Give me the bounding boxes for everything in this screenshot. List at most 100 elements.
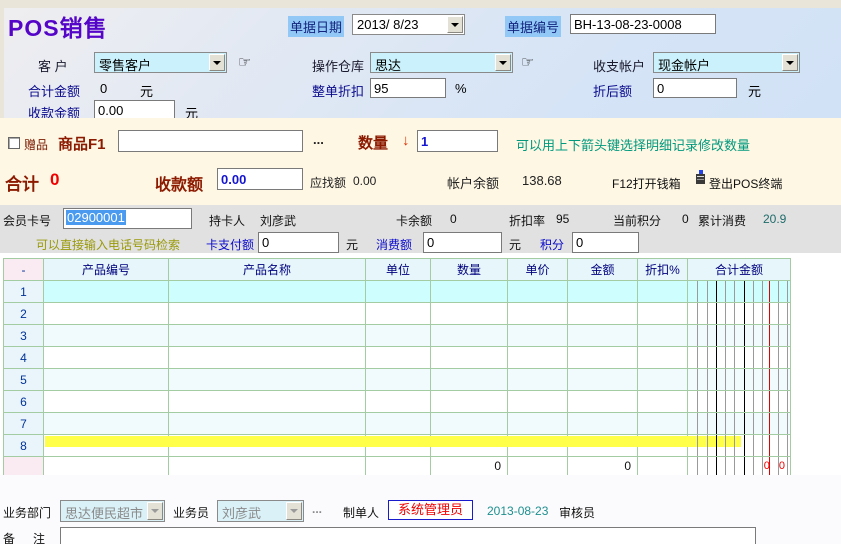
cell-code[interactable]	[44, 413, 169, 435]
cell-name[interactable]	[169, 391, 366, 413]
gift-checkbox[interactable]	[8, 137, 20, 149]
digit-grid-line	[744, 457, 745, 475]
cell-name[interactable]	[169, 413, 366, 435]
pointing-hand-icon[interactable]: ☞	[521, 53, 534, 71]
chevron-down-icon[interactable]	[495, 54, 511, 71]
cell-amount[interactable]	[568, 281, 638, 303]
received-amount-input[interactable]	[94, 100, 175, 120]
cell-total[interactable]	[688, 413, 791, 435]
table-row: 1	[4, 281, 791, 303]
cell-amount[interactable]	[568, 369, 638, 391]
chevron-down-icon[interactable]	[782, 54, 798, 71]
cell-code[interactable]	[44, 369, 169, 391]
row-number[interactable]: 2	[4, 303, 44, 325]
pointing-hand-icon[interactable]: ☞	[238, 53, 251, 71]
cell-code[interactable]	[44, 281, 169, 303]
cell-amount[interactable]	[568, 347, 638, 369]
cell-code[interactable]	[44, 303, 169, 325]
cell-name[interactable]	[169, 325, 366, 347]
cell-price[interactable]	[508, 325, 568, 347]
cell-code[interactable]	[44, 347, 169, 369]
cell-qty[interactable]	[431, 347, 508, 369]
cell-total[interactable]	[688, 281, 791, 303]
cell-total[interactable]	[688, 303, 791, 325]
cell-discount[interactable]	[638, 413, 688, 435]
cell-price[interactable]	[508, 369, 568, 391]
row-number[interactable]: 6	[4, 391, 44, 413]
cell-discount[interactable]	[638, 325, 688, 347]
cell-total[interactable]	[688, 347, 791, 369]
header-qty: 数量	[431, 259, 508, 281]
doc-date-select[interactable]: 2013/ 8/23	[352, 14, 465, 35]
cell-price[interactable]	[508, 391, 568, 413]
product-browse-ellipsis[interactable]: ...	[313, 132, 324, 147]
salesman-browse-ellipsis[interactable]: ...	[312, 502, 322, 516]
cell-qty[interactable]	[431, 281, 508, 303]
cell-unit[interactable]	[366, 303, 431, 325]
discount-input[interactable]	[370, 78, 446, 98]
cell-name[interactable]	[169, 347, 366, 369]
cell-code[interactable]	[44, 391, 169, 413]
row-number[interactable]: 7	[4, 413, 44, 435]
cell-qty[interactable]	[431, 391, 508, 413]
cell-total[interactable]	[688, 391, 791, 413]
customer-select[interactable]: 零售客户	[94, 52, 227, 73]
cell-name[interactable]	[169, 303, 366, 325]
remark-input[interactable]	[60, 527, 756, 544]
cell-discount[interactable]	[638, 347, 688, 369]
account-select[interactable]: 现金帐户	[653, 52, 800, 73]
row-number[interactable]: 5	[4, 369, 44, 391]
chevron-down-icon[interactable]	[447, 16, 463, 33]
cell-qty[interactable]	[431, 369, 508, 391]
discounted-input[interactable]	[653, 78, 737, 98]
cell-qty[interactable]	[431, 303, 508, 325]
row-number[interactable]: 1	[4, 281, 44, 303]
creator-label: 制单人	[343, 504, 379, 521]
row-number[interactable]: 4	[4, 347, 44, 369]
cell-discount[interactable]	[638, 281, 688, 303]
cell-price[interactable]	[508, 347, 568, 369]
pay-received-input[interactable]	[217, 168, 303, 190]
cell-name[interactable]	[169, 369, 366, 391]
qty-input[interactable]	[417, 130, 498, 152]
chevron-down-icon[interactable]	[209, 54, 225, 71]
cell-amount[interactable]	[568, 413, 638, 435]
warehouse-select[interactable]: 思达	[370, 52, 513, 73]
points-input[interactable]	[572, 232, 639, 253]
row-number[interactable]: 8	[4, 435, 44, 457]
cell-unit[interactable]	[366, 281, 431, 303]
digit-grid-line	[716, 281, 717, 302]
consume-input[interactable]	[423, 232, 502, 253]
open-drawer-button[interactable]: F12打开钱箱	[612, 175, 681, 192]
cell-unit[interactable]	[366, 347, 431, 369]
logout-pos-button[interactable]: 登出POS终端	[709, 175, 782, 192]
cell-amount[interactable]	[568, 303, 638, 325]
cell-qty[interactable]	[431, 325, 508, 347]
row-number[interactable]: 3	[4, 325, 44, 347]
cell-unit[interactable]	[366, 391, 431, 413]
cell-qty[interactable]	[431, 413, 508, 435]
digit-grid-line	[716, 457, 717, 475]
card-pay-input[interactable]	[258, 232, 339, 253]
cell-price[interactable]	[508, 303, 568, 325]
cell-amount[interactable]	[568, 325, 638, 347]
cell-unit[interactable]	[366, 413, 431, 435]
cell-total[interactable]	[688, 369, 791, 391]
cell-code[interactable]	[44, 325, 169, 347]
header-panel: POS销售 单据日期 2013/ 8/23 单据编号 客 户 零售客户 ☞ 操作…	[0, 0, 841, 118]
cell-name[interactable]	[169, 281, 366, 303]
dept-select[interactable]: 思达便民超市	[60, 500, 165, 522]
cell-discount[interactable]	[638, 391, 688, 413]
cell-total[interactable]	[688, 325, 791, 347]
member-card-input[interactable]: 02900001	[63, 208, 192, 229]
cell-unit[interactable]	[366, 325, 431, 347]
cell-price[interactable]	[508, 281, 568, 303]
product-input[interactable]	[118, 130, 303, 152]
cell-discount[interactable]	[638, 303, 688, 325]
cell-amount[interactable]	[568, 391, 638, 413]
cell-price[interactable]	[508, 413, 568, 435]
salesman-select[interactable]: 刘彦武	[217, 500, 304, 522]
cell-discount[interactable]	[638, 369, 688, 391]
doc-no-input[interactable]	[570, 14, 716, 34]
cell-unit[interactable]	[366, 369, 431, 391]
